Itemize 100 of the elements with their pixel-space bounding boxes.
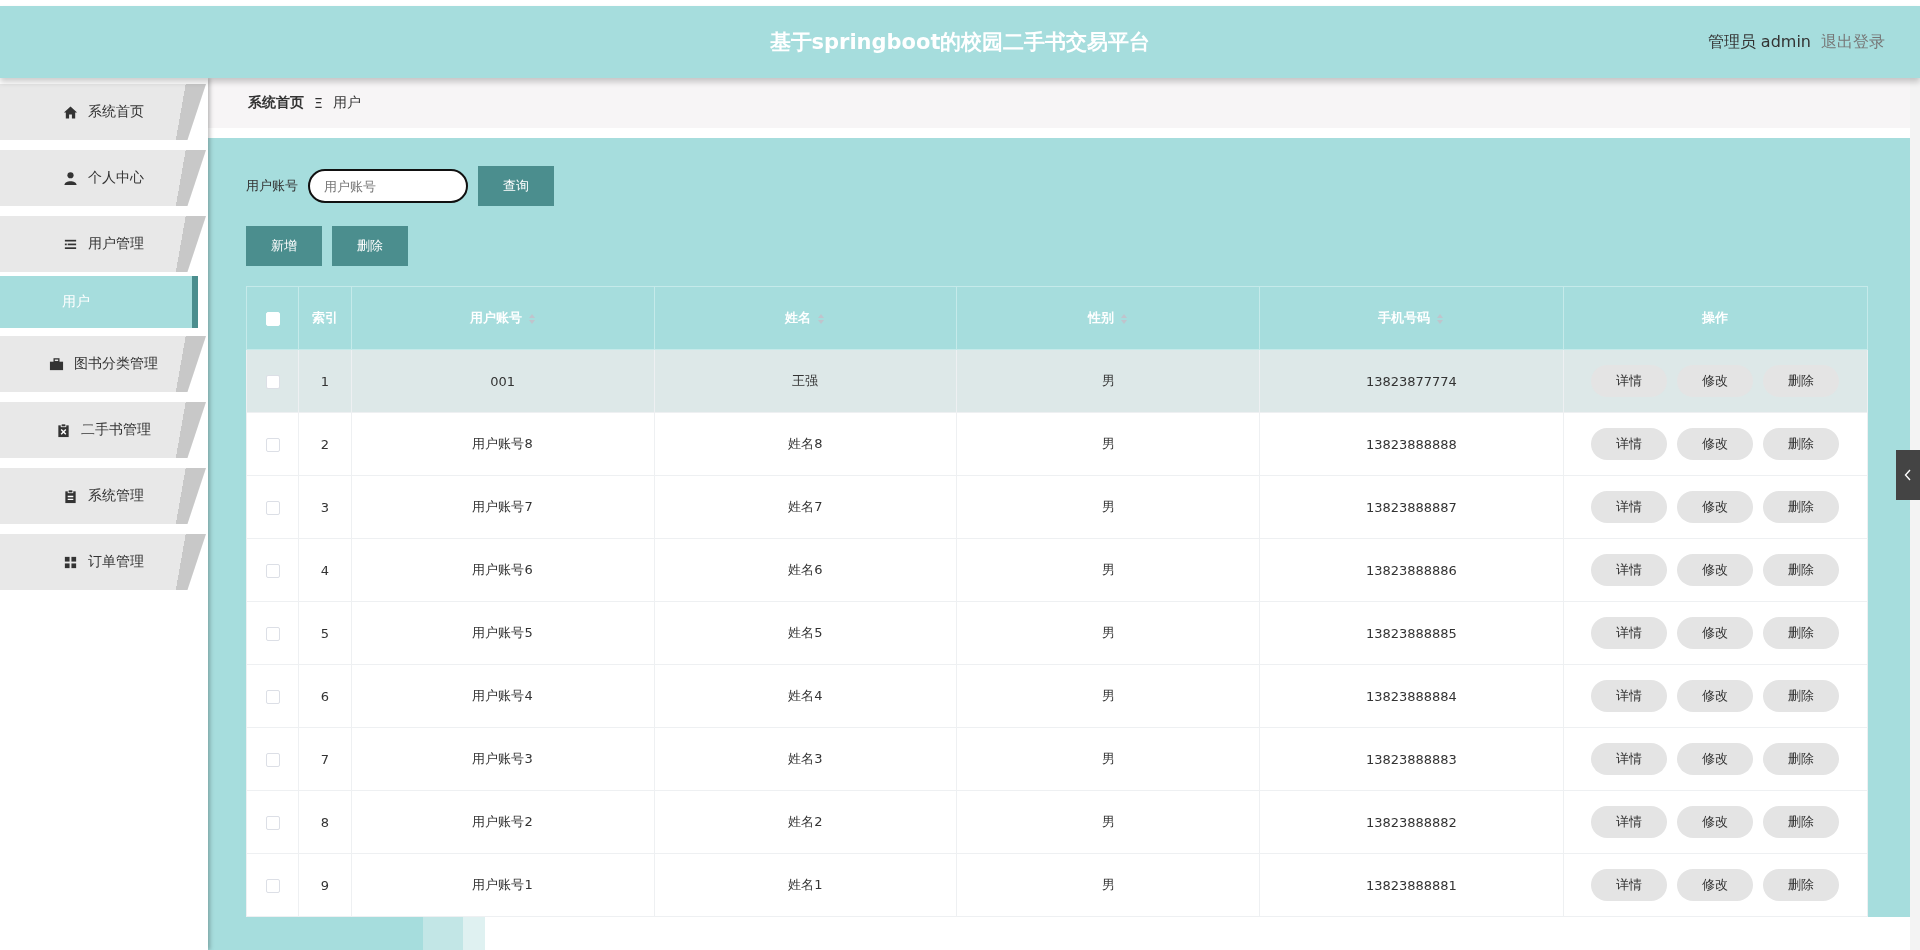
table-cell: 用户账号1 (351, 853, 654, 917)
clipboard-icon (62, 488, 78, 504)
row-action-button[interactable]: 修改 (1677, 365, 1754, 397)
row-action-button[interactable]: 修改 (1677, 680, 1754, 712)
sidebar-item[interactable]: 系统管理 (0, 468, 206, 524)
table-cell: 姓名1 (654, 853, 957, 917)
table-cell: 13823888883 (1259, 727, 1564, 791)
table-cell: 13823888882 (1259, 790, 1564, 854)
sort-icon[interactable] (1120, 312, 1128, 325)
row-action-button[interactable]: 修改 (1677, 491, 1754, 523)
row-action-button[interactable]: 修改 (1677, 869, 1754, 901)
row-action-button[interactable]: 修改 (1677, 617, 1754, 649)
row-action-button[interactable]: 详情 (1591, 680, 1668, 712)
row-action-button[interactable]: 详情 (1591, 869, 1668, 901)
row-action-button[interactable]: 删除 (1763, 680, 1840, 712)
table-cell: 姓名6 (654, 538, 957, 602)
table-cell: 用户账号7 (351, 475, 654, 539)
row-action-button[interactable]: 修改 (1677, 806, 1754, 838)
table-cell: 男 (956, 538, 1260, 602)
table-cell: 用户账号3 (351, 727, 654, 791)
action-button[interactable]: 新增 (246, 226, 322, 266)
row-action-button[interactable]: 删除 (1763, 365, 1840, 397)
table-cell: 4 (298, 538, 352, 602)
table-cell: 男 (956, 349, 1260, 413)
sidebar-item[interactable]: 图书分类管理 (0, 336, 206, 392)
row-action-button[interactable]: 修改 (1677, 554, 1754, 586)
table-cell: 男 (956, 853, 1260, 917)
row-checkbox[interactable] (265, 626, 280, 641)
row-action-button[interactable]: 详情 (1591, 554, 1668, 586)
breadcrumb-separator: Ξ (314, 95, 323, 111)
table-cell: 用户账号2 (351, 790, 654, 854)
row-action-button[interactable]: 删除 (1763, 428, 1840, 460)
row-checkbox[interactable] (265, 815, 280, 830)
search-button[interactable]: 查询 (478, 166, 554, 206)
table-cell: 用户账号8 (351, 412, 654, 476)
table-cell: 6 (298, 664, 352, 728)
row-checkbox[interactable] (265, 437, 280, 452)
table-cell: 3 (298, 475, 352, 539)
row-action-button[interactable]: 删除 (1763, 554, 1840, 586)
row-action-button[interactable]: 详情 (1591, 743, 1668, 775)
row-checkbox[interactable] (265, 374, 280, 389)
row-action-button[interactable]: 删除 (1763, 743, 1840, 775)
table-cell: 姓名5 (654, 601, 957, 665)
search-field[interactable]: 用户账号 (308, 169, 468, 203)
row-checkbox[interactable] (265, 752, 280, 767)
site-title: 基于springboot的校园二手书交易平台 (769, 29, 1151, 56)
breadcrumb-link[interactable]: 用户 (332, 94, 361, 112)
sort-icon[interactable] (527, 312, 536, 325)
grid-icon (62, 554, 78, 570)
row-checkbox[interactable] (265, 563, 280, 578)
briefcase-icon (48, 356, 64, 372)
table-cell: 男 (956, 412, 1260, 476)
table-cell: 男 (956, 475, 1260, 539)
table-cell: 13823877774 (1259, 349, 1564, 413)
clipboard-icon (55, 422, 71, 438)
table-cell: 5 (298, 601, 352, 665)
table-cell: 男 (956, 727, 1260, 791)
row-checkbox[interactable] (265, 878, 280, 893)
row-action-button[interactable]: 详情 (1591, 806, 1668, 838)
table-cell: 用户账号4 (351, 664, 654, 728)
select-all-checkbox[interactable] (265, 311, 280, 326)
row-action-button[interactable]: 详情 (1591, 491, 1668, 523)
row-action-button[interactable]: 修改 (1677, 743, 1754, 775)
row-action-button[interactable]: 删除 (1763, 617, 1840, 649)
table-cell: 001 (351, 349, 654, 413)
breadcrumb-link[interactable]: 系统首页 (248, 94, 304, 112)
sidebar-item[interactable]: 用户管理 (0, 216, 206, 272)
table-cell: 姓名7 (654, 475, 957, 539)
table-cell: 13823888881 (1259, 853, 1564, 917)
table-cell: 姓名4 (654, 664, 957, 728)
search-label: 用户账号 (246, 177, 298, 195)
sort-icon[interactable] (817, 312, 826, 325)
row-action-button[interactable]: 详情 (1591, 617, 1668, 649)
row-action-button[interactable]: 删除 (1763, 806, 1840, 838)
action-button[interactable]: 删除 (332, 226, 408, 266)
table-cell: 男 (956, 790, 1260, 854)
table-cell: 王强 (654, 349, 957, 413)
row-action-button[interactable]: 删除 (1763, 491, 1840, 523)
sidebar-item[interactable]: 二手书管理 (0, 402, 206, 458)
row-action-button[interactable]: 删除 (1763, 869, 1840, 901)
table-cell: 姓名2 (654, 790, 957, 854)
table-cell: 8 (298, 790, 352, 854)
row-checkbox[interactable] (265, 689, 280, 704)
table-cell: 男 (956, 601, 1260, 665)
row-action-button[interactable]: 详情 (1591, 428, 1668, 460)
sidebar-item[interactable]: 订单管理 (0, 534, 206, 590)
home-icon (62, 104, 78, 120)
table-cell: 用户账号5 (351, 601, 654, 665)
row-checkbox[interactable] (265, 500, 280, 515)
chevron-left-icon (1904, 469, 1912, 481)
table-cell: 1 (298, 349, 352, 413)
table-cell: 男 (956, 664, 1260, 728)
row-action-button[interactable]: 修改 (1677, 428, 1754, 460)
table-cell: 9 (298, 853, 352, 917)
sidebar-item[interactable]: 系统首页 (0, 84, 206, 140)
collapse-tab-button[interactable] (1896, 450, 1920, 500)
sidebar-item[interactable]: 个人中心 (0, 150, 206, 206)
sort-icon[interactable] (1436, 312, 1445, 325)
user-label: 管理员 admin (1707, 31, 1811, 53)
row-action-button[interactable]: 详情 (1591, 365, 1668, 397)
